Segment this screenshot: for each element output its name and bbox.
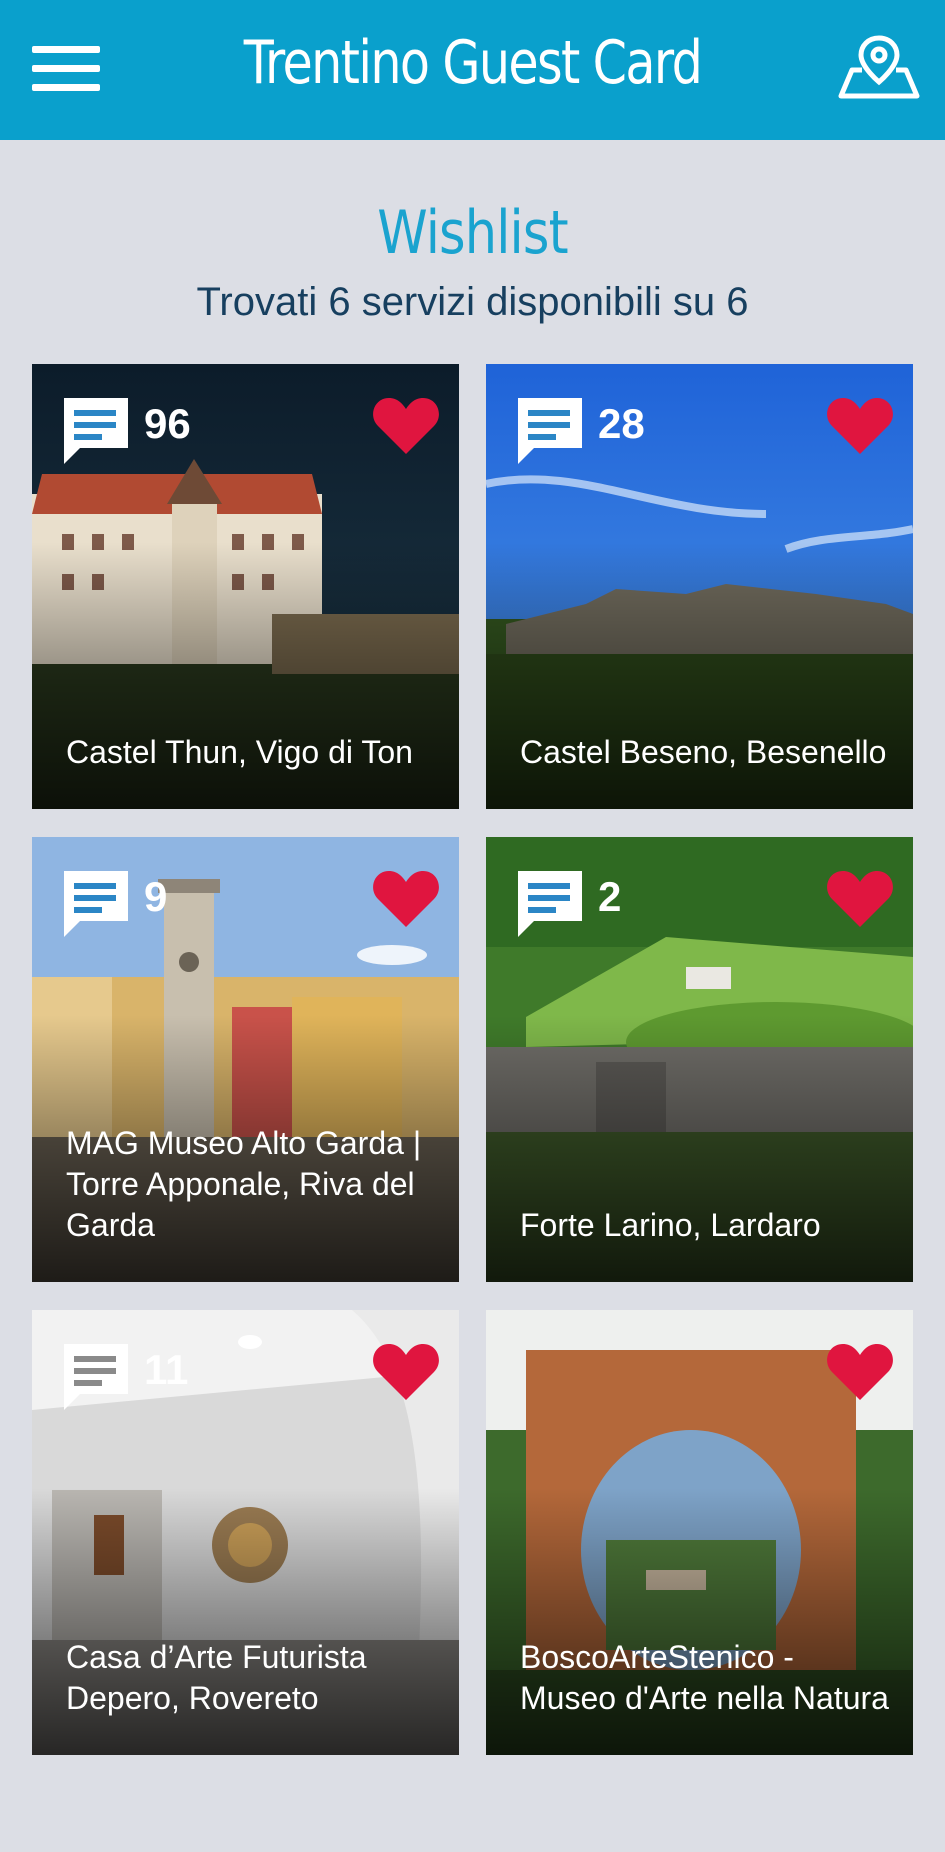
results-count: Trovati 6 servizi disponibili su 6 bbox=[196, 280, 749, 324]
heart-icon[interactable] bbox=[372, 1340, 440, 1402]
poi-name: Casa d’Arte Futurista Depero, Rovereto bbox=[66, 1639, 367, 1716]
poi-card[interactable]: 9 MAG Museo Alto Garda | Torre Apponale,… bbox=[32, 837, 459, 1282]
heart-icon[interactable] bbox=[826, 394, 894, 456]
app-title: Trentino Guest Card bbox=[243, 28, 703, 98]
poi-card[interactable]: 2 Forte Larino, Lardaro bbox=[486, 837, 913, 1282]
comments-count: 2 bbox=[598, 873, 622, 920]
poi-name: MAG Museo Alto Garda | Torre Apponale, R… bbox=[66, 1125, 422, 1243]
comments-icon bbox=[64, 871, 128, 937]
poi-name: Castel Beseno, Besenello bbox=[520, 734, 887, 770]
app-bar: Trentino Guest Card bbox=[0, 0, 945, 140]
comments-count: 9 bbox=[144, 873, 168, 920]
comments-icon bbox=[64, 1344, 128, 1410]
comments-icon bbox=[518, 871, 582, 937]
poi-card[interactable]: 96 Castel Thun, Vigo di Ton bbox=[32, 364, 459, 809]
poi-name: BoscoArteStenico - Museo d'Arte nella Na… bbox=[520, 1639, 889, 1716]
poi-card[interactable]: 11 Casa d’Arte Futurista Depero, Roveret… bbox=[32, 1310, 459, 1755]
comments-count: 28 bbox=[598, 400, 645, 447]
comments-icon bbox=[64, 398, 128, 464]
heart-icon[interactable] bbox=[372, 394, 440, 456]
page-title: Wishlist bbox=[377, 198, 568, 268]
map-pin-icon[interactable] bbox=[838, 34, 920, 100]
poi-card[interactable]: BoscoArteStenico - Museo d'Arte nella Na… bbox=[486, 1310, 913, 1755]
comments-count: 11 bbox=[144, 1346, 189, 1393]
poi-card[interactable]: 28 Castel Beseno, Besenello bbox=[486, 364, 913, 809]
comments-count: 96 bbox=[144, 400, 191, 447]
hamburger-menu-icon[interactable] bbox=[32, 44, 100, 92]
heart-icon[interactable] bbox=[826, 1340, 894, 1402]
comments-icon bbox=[518, 398, 582, 464]
heart-icon[interactable] bbox=[826, 867, 894, 929]
poi-name: Castel Thun, Vigo di Ton bbox=[66, 734, 413, 770]
poi-name: Forte Larino, Lardaro bbox=[520, 1207, 821, 1243]
heart-icon[interactable] bbox=[372, 867, 440, 929]
